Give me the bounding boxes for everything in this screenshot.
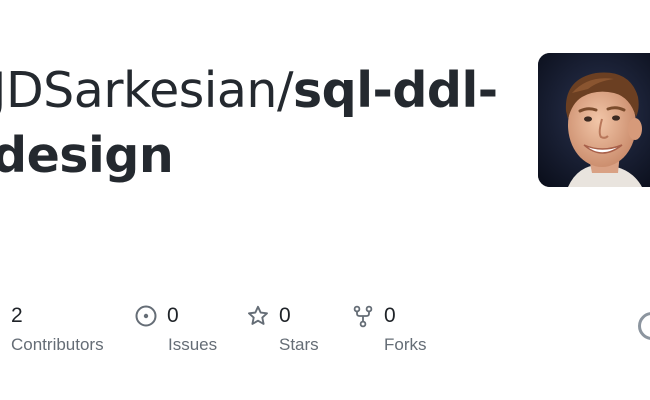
repo-stats: 2 Contributors 0 Issues 0 Stars 0 Forks	[0, 300, 650, 360]
stars-label: Stars	[279, 335, 319, 354]
stat-issues[interactable]: 0 Issues	[134, 300, 217, 355]
repo-owner[interactable]: JDSarkesian	[0, 62, 277, 119]
stars-count: 0	[279, 304, 291, 327]
repo-separator: /	[276, 62, 294, 119]
avatar-portrait	[538, 53, 650, 187]
star-icon	[248, 305, 268, 325]
owner-avatar[interactable]	[538, 53, 650, 187]
forks-count: 0	[384, 304, 396, 327]
repo-social-card: JDSarkesian/sql-ddl-design 2 Contributor…	[0, 0, 650, 400]
contributors-label: Contributors	[11, 335, 104, 354]
contributors-count: 2	[11, 304, 23, 327]
stat-contributors[interactable]: 2 Contributors	[11, 300, 104, 355]
stat-forks[interactable]: 0 Forks	[351, 300, 427, 355]
stat-stars[interactable]: 0 Stars	[246, 300, 319, 355]
repo-title: JDSarkesian/sql-ddl-design	[0, 58, 512, 188]
issues-count: 0	[167, 304, 179, 327]
forks-label: Forks	[384, 335, 427, 354]
issue-opened-icon	[135, 305, 157, 327]
issues-label: Issues	[168, 335, 218, 354]
repo-forked-icon	[353, 305, 373, 328]
